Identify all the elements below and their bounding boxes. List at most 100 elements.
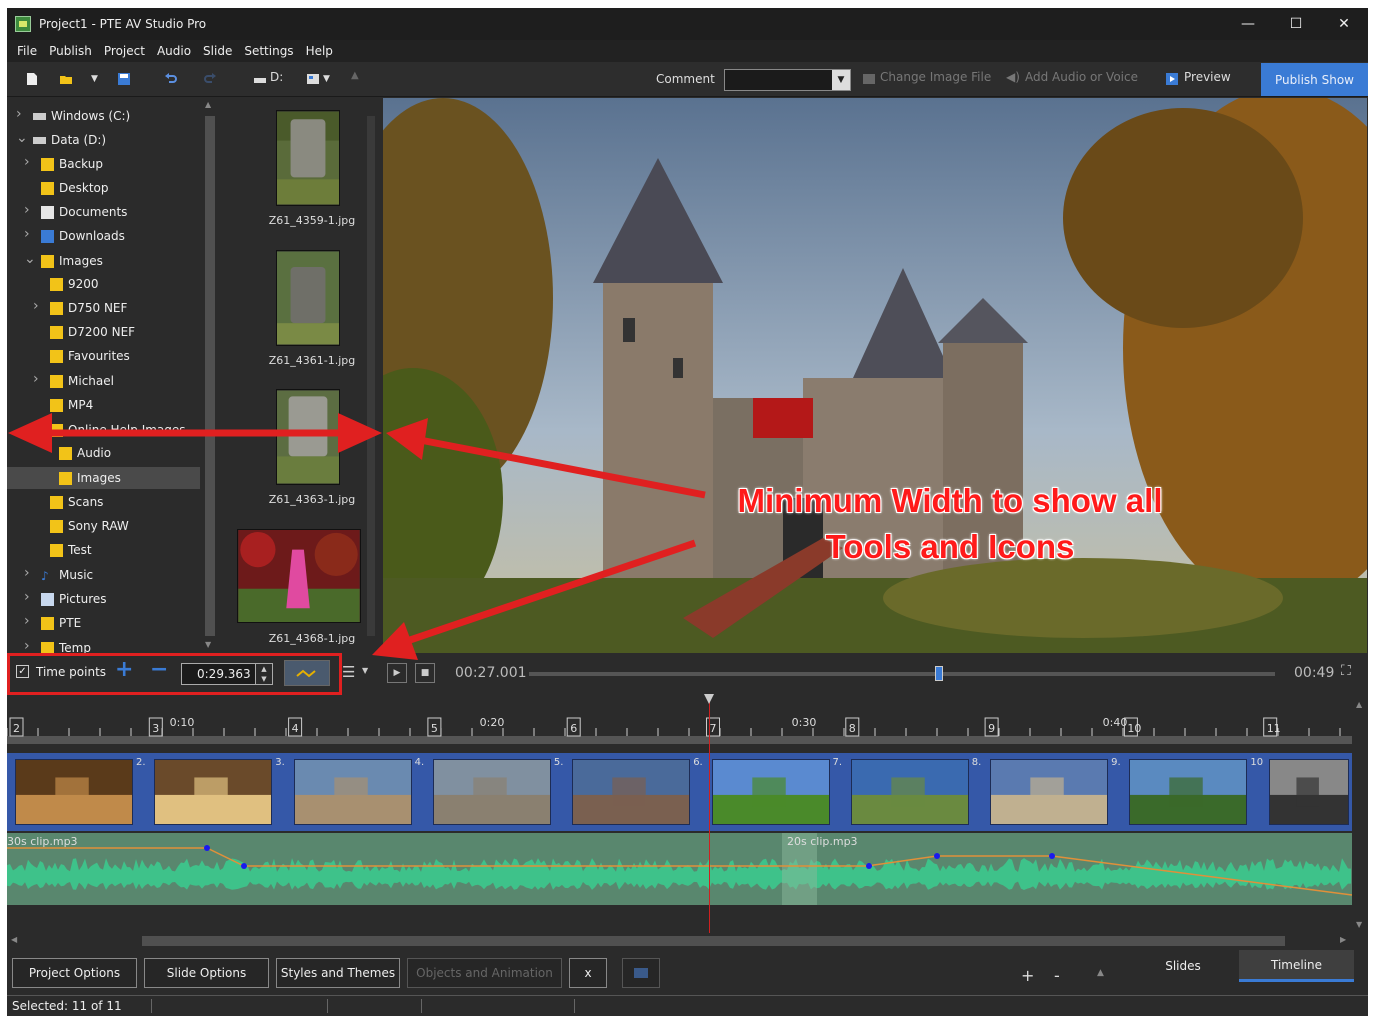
redo-icon[interactable] <box>203 72 217 86</box>
menu-help[interactable]: Help <box>300 44 339 58</box>
tree-item[interactable]: Michael <box>50 370 114 392</box>
thumbnail-image[interactable] <box>237 529 361 623</box>
add-audio-button[interactable]: Add Audio or Voice <box>1025 70 1138 84</box>
menu-settings[interactable]: Settings <box>238 44 299 58</box>
slide-thumbnail[interactable] <box>432 759 551 825</box>
tree-item[interactable]: Images <box>7 467 200 489</box>
objects-animation-button[interactable]: Objects and Animation <box>407 958 562 988</box>
chevron-right-icon[interactable]: › <box>24 202 30 218</box>
slide-thumbnail[interactable] <box>1268 759 1349 825</box>
tab-slides[interactable]: Slides <box>1127 950 1239 982</box>
styles-themes-button[interactable]: Styles and Themes <box>276 958 400 988</box>
tree-item[interactable]: D7200 NEF <box>50 321 135 343</box>
tree-item[interactable]: Downloads <box>41 225 125 247</box>
tree-item[interactable]: PTE <box>41 612 81 634</box>
minimize-button[interactable]: — <box>1224 8 1272 40</box>
thumbnail-image[interactable] <box>276 250 340 346</box>
stop-icon[interactable]: ■ <box>415 663 435 683</box>
slide-thumbnail[interactable] <box>1129 759 1248 825</box>
chevron-down-icon[interactable]: ⌄ <box>16 130 28 146</box>
slide-thumbnail[interactable] <box>711 759 830 825</box>
save-icon[interactable] <box>117 72 131 86</box>
tree-item[interactable]: Windows (C:) <box>33 105 130 127</box>
undo-icon[interactable] <box>164 72 178 86</box>
tree-item[interactable]: Desktop <box>41 177 109 199</box>
timeline-hscroll[interactable]: ◀ ▶ <box>7 933 1352 949</box>
tree-scrollbar[interactable]: ▲ ▼ <box>202 98 217 653</box>
menu-slide[interactable]: Slide <box>197 44 238 58</box>
chevron-right-icon[interactable]: › <box>33 371 39 387</box>
tree-item[interactable]: 9200 <box>50 273 99 295</box>
tree-item[interactable]: Favourites <box>50 345 130 367</box>
seek-bar[interactable] <box>529 672 1275 676</box>
envelope-point[interactable] <box>241 863 247 869</box>
tree-item[interactable]: Online Help Images <box>50 419 186 441</box>
thumbnail-image[interactable] <box>276 389 340 485</box>
menu-icon[interactable]: ☰ <box>342 663 355 681</box>
up-arrow-icon[interactable]: ▲ <box>351 70 359 81</box>
view-dropdown-icon[interactable]: ▼ <box>323 74 330 84</box>
chevron-right-icon[interactable]: › <box>24 638 30 654</box>
playhead[interactable] <box>709 696 710 933</box>
thumbnail-scrollbar[interactable] <box>364 98 378 653</box>
tree-item[interactable]: D750 NEF <box>50 297 127 319</box>
preview-button[interactable]: Preview <box>1184 70 1231 84</box>
change-image-button[interactable]: Change Image File <box>880 70 991 84</box>
slide-thumbnail[interactable] <box>572 759 691 825</box>
tree-item[interactable]: Images <box>41 250 103 272</box>
chevron-right-icon[interactable]: › <box>24 565 30 581</box>
envelope-point[interactable] <box>934 853 940 859</box>
chevron-down-icon[interactable]: ▼ <box>832 70 850 90</box>
chevron-down-icon[interactable]: ⌄ <box>24 251 36 267</box>
maximize-button[interactable]: ☐ <box>1272 8 1320 40</box>
view-mode-icon[interactable] <box>306 72 320 86</box>
new-file-icon[interactable] <box>25 72 39 86</box>
drive-icon[interactable] <box>253 72 267 86</box>
tree-item[interactable]: MP4 <box>50 394 93 416</box>
fullscreen-icon[interactable]: ⛶ <box>1341 663 1351 679</box>
envelope-point[interactable] <box>1049 853 1055 859</box>
tree-item[interactable]: Backup <box>41 153 103 175</box>
open-folder-icon[interactable] <box>59 72 73 86</box>
slide-thumbnail[interactable] <box>293 759 412 825</box>
slide-thumbnail[interactable] <box>15 759 133 825</box>
publish-show-button[interactable]: Publish Show <box>1261 63 1368 96</box>
slide-options-button[interactable]: Slide Options <box>144 958 269 988</box>
tree-item[interactable]: Data (D:) <box>33 129 106 151</box>
tree-item[interactable]: Documents <box>41 201 127 223</box>
tree-item[interactable]: Sony RAW <box>50 515 129 537</box>
x-button[interactable]: x <box>569 958 607 988</box>
chevron-right-icon[interactable]: › <box>16 106 22 122</box>
tree-item[interactable]: Audio <box>59 442 111 464</box>
tree-item[interactable]: ♪ Music <box>41 564 93 586</box>
image-button[interactable] <box>622 958 660 988</box>
open-dropdown-icon[interactable]: ▼ <box>91 74 98 84</box>
play-icon[interactable]: ▶ <box>387 663 407 683</box>
envelope-point[interactable] <box>204 845 210 851</box>
close-button[interactable]: ✕ <box>1320 8 1368 40</box>
audio-track[interactable] <box>7 833 1352 905</box>
envelope-point[interactable] <box>866 863 872 869</box>
collapse-icon[interactable]: ▲ <box>1097 968 1104 978</box>
project-options-button[interactable]: Project Options <box>12 958 137 988</box>
menu-publish[interactable]: Publish <box>43 44 98 58</box>
thumbnail-image[interactable] <box>276 110 340 206</box>
zoom-in-button[interactable]: + <box>1021 966 1034 985</box>
tab-timeline[interactable]: Timeline <box>1239 950 1354 982</box>
chevron-right-icon[interactable]: › <box>24 613 30 629</box>
chevron-right-icon[interactable]: › <box>33 298 39 314</box>
slide-thumbnail[interactable] <box>850 759 969 825</box>
tree-item[interactable]: Test <box>50 539 92 561</box>
menu-file[interactable]: File <box>11 44 43 58</box>
seek-handle[interactable] <box>935 666 944 681</box>
comment-combo[interactable]: ▼ <box>724 69 851 91</box>
timeline-scrollbar[interactable]: ▲ ▼ <box>1352 696 1368 933</box>
tree-item[interactable]: Scans <box>50 491 103 513</box>
zoom-out-button[interactable]: - <box>1054 966 1060 985</box>
drive-label[interactable]: D: <box>270 70 283 84</box>
chevron-right-icon[interactable]: › <box>24 226 30 242</box>
slide-thumbnail[interactable] <box>154 759 273 825</box>
tree-item[interactable]: Pictures <box>41 588 107 610</box>
chevron-right-icon[interactable]: › <box>24 589 30 605</box>
menu-project[interactable]: Project <box>98 44 151 58</box>
